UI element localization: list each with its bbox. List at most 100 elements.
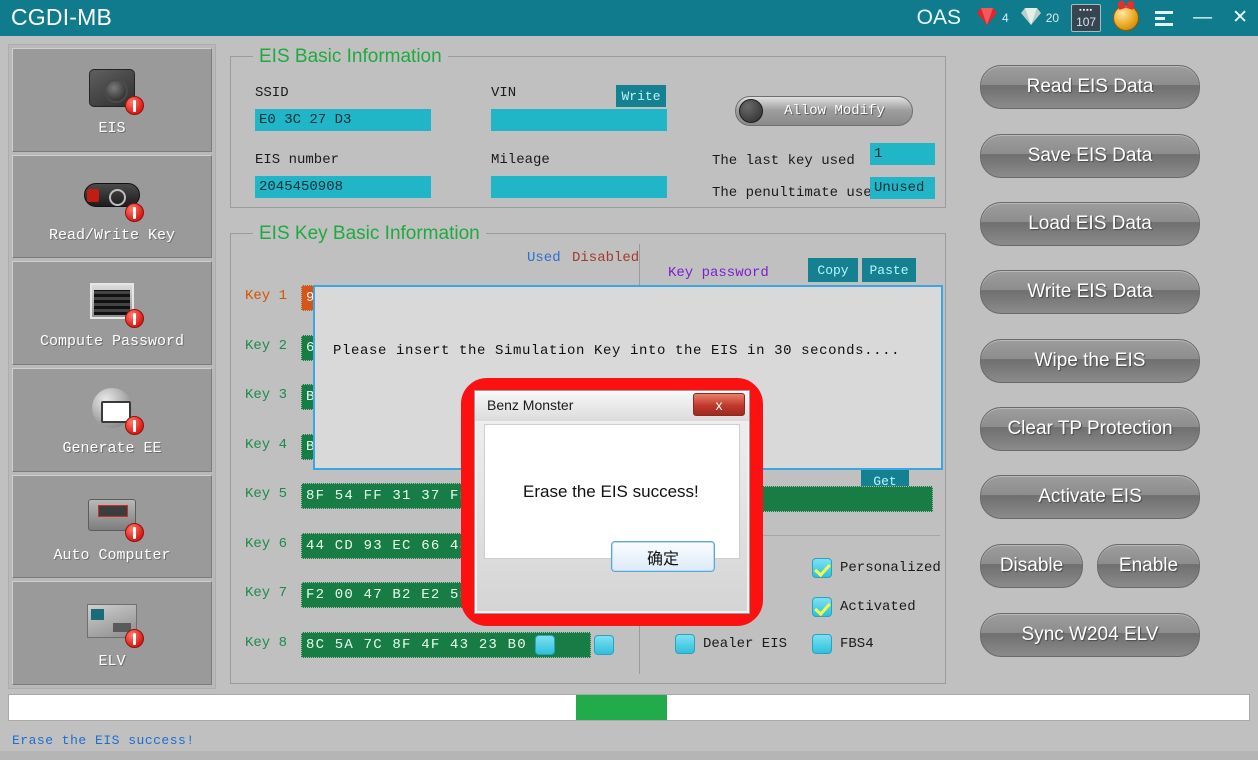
mileage-label: Mileage — [491, 152, 550, 168]
checkbox-row-fbs4[interactable]: FBS4 — [812, 634, 874, 654]
vin-field[interactable] — [491, 109, 667, 131]
last-key-used-label: The last key used — [712, 153, 855, 169]
title-bar-right-cluster: OAS 4 20 ▪▪▪▪ 107 — ✕ — [911, 0, 1258, 36]
calendar-rings: ▪▪▪▪ — [1079, 7, 1094, 14]
car-key-icon — [82, 170, 144, 222]
ssid-field[interactable]: E0 3C 27 D3 — [255, 109, 431, 131]
checkbox-label: FBS4 — [840, 636, 874, 652]
white-gem-icon — [1020, 7, 1041, 30]
sidebar-item-eis[interactable]: EIS — [12, 48, 212, 152]
write-eis-data-button[interactable]: Write EIS Data — [980, 270, 1200, 314]
alert-badge — [125, 415, 144, 435]
eis-number-label: EIS number — [255, 152, 340, 168]
mileage-field[interactable] — [491, 176, 667, 198]
allow-modify-label: Allow Modify — [784, 103, 885, 119]
sidebar-item-label: Compute Password — [39, 333, 185, 351]
white-gem-indicator[interactable]: 20 — [1015, 0, 1065, 36]
sidebar-item-compute-password[interactable]: Compute Password — [12, 261, 212, 366]
sidebar-item-generate-ee[interactable]: Generate EE — [12, 368, 212, 472]
calendar-icon: ▪▪▪▪ 107 — [1071, 4, 1102, 32]
dialog-message: Erase the EIS success! — [523, 482, 699, 501]
fbs4-checkbox[interactable] — [812, 634, 832, 654]
last-key-used-value: 1 — [870, 143, 935, 165]
sidebar: EIS Read/Write Key Compute Password Gene… — [8, 44, 216, 689]
penultimate-used-label: The penultimate used — [712, 185, 881, 201]
key-label: Key 2 — [245, 338, 288, 354]
alert-badge — [125, 202, 144, 222]
copy-button[interactable]: Copy — [808, 258, 858, 282]
window-bottom-edge — [0, 751, 1258, 760]
status-bar-message: Erase the EIS success! — [12, 733, 195, 748]
red-gem-icon — [977, 7, 998, 30]
checkbox-label: Personalized — [840, 560, 941, 576]
paste-button[interactable]: Paste — [862, 258, 916, 282]
dialog-title-bar: Benz Monster x — [475, 391, 749, 421]
eeprom-generator-icon — [82, 383, 144, 435]
dialog-ok-button[interactable]: 确定 — [611, 541, 715, 572]
used-checkbox[interactable] — [535, 635, 555, 655]
key-label: Key 8 — [245, 635, 288, 651]
penultimate-used-value: Unused — [870, 177, 935, 199]
checkbox-label: Dealer EIS — [703, 636, 788, 652]
close-button[interactable]: ✕ — [1222, 0, 1258, 36]
panel-title: EIS Key Basic Information — [253, 223, 486, 245]
wipe-the-eis-button[interactable]: Wipe the EIS — [980, 339, 1200, 383]
panel-title: EIS Basic Information — [253, 46, 448, 68]
dialog-body: Erase the EIS success! — [484, 424, 740, 559]
checkbox-row-dealer-eis[interactable]: Dealer EIS — [675, 634, 787, 654]
activate-eis-button[interactable]: Activate EIS — [980, 475, 1200, 519]
sidebar-item-label: EIS — [98, 119, 126, 137]
load-eis-data-button[interactable]: Load EIS Data — [980, 202, 1200, 246]
sidebar-item-label: Read/Write Key — [48, 226, 176, 244]
alert-badge — [125, 95, 144, 115]
checkbox-label: Activated — [840, 599, 916, 615]
menu-icon[interactable] — [1145, 0, 1183, 36]
white-gem-count: 20 — [1045, 11, 1060, 25]
calendar-indicator[interactable]: ▪▪▪▪ 107 — [1065, 0, 1107, 36]
key-label: Key 6 — [245, 536, 288, 552]
eis-number-field[interactable]: 2045450908 — [255, 176, 431, 198]
enable-button[interactable]: Enable — [1097, 544, 1200, 588]
read-eis-data-button[interactable]: Read EIS Data — [980, 65, 1200, 109]
red-gem-indicator[interactable]: 4 — [971, 0, 1015, 36]
eis-module-icon — [82, 63, 144, 115]
clear-tp-protection-button[interactable]: Clear TP Protection — [980, 407, 1200, 451]
vin-label: VIN — [491, 85, 517, 101]
key-label: Key 7 — [245, 585, 288, 601]
app-title: CGDI-MB — [11, 4, 113, 30]
alert-badge — [125, 309, 144, 329]
sidebar-item-elv[interactable]: ELV — [12, 581, 212, 686]
elv-board-icon — [82, 596, 144, 649]
dialog-close-button[interactable]: x — [693, 393, 745, 416]
sidebar-item-label: Generate EE — [62, 439, 162, 457]
disable-button[interactable]: Disable — [980, 544, 1083, 588]
eis-basic-information-panel: EIS Basic Information SSID E0 3C 27 D3 V… — [230, 46, 946, 208]
chip-data-icon — [82, 276, 144, 329]
medal-indicator[interactable] — [1107, 0, 1145, 36]
title-bar: CGDI-MB OAS 4 20 ▪▪▪▪ 107 — ✕ — [0, 0, 1258, 36]
sidebar-item-auto-computer[interactable]: Auto Computer — [12, 474, 212, 579]
progress-bar-fill — [575, 695, 668, 720]
allow-modify-toggle[interactable]: Allow Modify — [735, 96, 913, 126]
alert-badge — [125, 629, 144, 649]
sidebar-item-label: Auto Computer — [53, 546, 171, 564]
save-eis-data-button[interactable]: Save EIS Data — [980, 134, 1200, 178]
toggle-knob — [739, 99, 763, 123]
ecu-module-icon — [82, 490, 144, 542]
dealer-eis-checkbox[interactable] — [675, 634, 695, 654]
sidebar-item-read-write-key[interactable]: Read/Write Key — [12, 154, 212, 259]
ssid-label: SSID — [255, 85, 289, 101]
write-button[interactable]: Write — [616, 85, 666, 107]
checkbox-row-personalized[interactable]: Personalized — [812, 558, 941, 578]
checkbox-row-activated[interactable]: Activated — [812, 597, 916, 617]
personalized-checkbox[interactable] — [812, 558, 832, 578]
minimize-button[interactable]: — — [1183, 0, 1222, 36]
disabled-checkbox[interactable] — [594, 635, 614, 655]
key-label: Key 5 — [245, 486, 288, 502]
activated-checkbox[interactable] — [812, 597, 832, 617]
progress-bar — [8, 694, 1250, 721]
overlay-instruction-text: Please insert the Simulation Key into th… — [333, 343, 901, 359]
menu-bar-line — [1155, 10, 1174, 14]
oas-indicator: OAS — [911, 0, 971, 36]
sync-w204-elv-button[interactable]: Sync W204 ELV — [980, 613, 1200, 657]
